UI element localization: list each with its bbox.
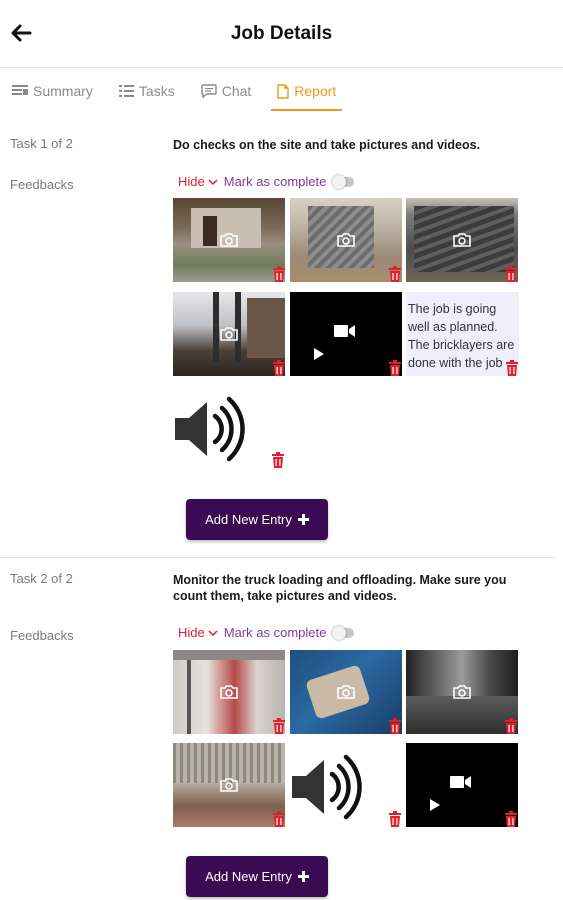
hide-button[interactable]: Hide bbox=[178, 174, 218, 189]
camera-icon bbox=[219, 326, 239, 342]
trash-icon[interactable] bbox=[505, 360, 519, 376]
page-title: Job Details bbox=[230, 23, 333, 44]
camera-icon bbox=[219, 232, 239, 248]
floor bbox=[406, 696, 518, 734]
feedbacks-label: Feedbacks bbox=[10, 628, 74, 643]
photo-thumbnail[interactable] bbox=[173, 292, 285, 376]
photo-thumbnail[interactable] bbox=[406, 198, 518, 282]
camera-icon bbox=[452, 684, 472, 700]
doorway bbox=[203, 216, 217, 246]
video-camera-icon bbox=[450, 776, 471, 788]
toggle-knob bbox=[332, 174, 347, 189]
tab-summary-label: Summary bbox=[33, 83, 93, 99]
photo-thumbnail[interactable] bbox=[173, 198, 285, 282]
trash-icon[interactable] bbox=[272, 360, 286, 376]
feedbacks-label: Feedbacks bbox=[10, 177, 74, 192]
trash-icon[interactable] bbox=[504, 718, 518, 734]
toggle-knob bbox=[332, 625, 347, 640]
report-icon bbox=[277, 83, 289, 99]
photo-thumbnail[interactable] bbox=[173, 743, 285, 827]
add-new-entry-label: Add New Entry bbox=[205, 869, 292, 884]
photo-thumbnail[interactable] bbox=[173, 650, 285, 734]
trash-icon[interactable] bbox=[271, 452, 285, 468]
tab-bar: Summary Tasks Chat Report bbox=[0, 69, 563, 113]
trash-icon[interactable] bbox=[504, 266, 518, 282]
hide-label: Hide bbox=[178, 174, 205, 189]
trash-icon[interactable] bbox=[272, 718, 286, 734]
camera-icon bbox=[336, 232, 356, 248]
trash-icon[interactable] bbox=[272, 266, 286, 282]
video-camera-icon bbox=[334, 325, 355, 337]
trash-icon[interactable] bbox=[388, 360, 402, 376]
tasks-icon bbox=[118, 85, 134, 97]
camera-icon bbox=[219, 684, 239, 700]
summary-icon bbox=[12, 85, 28, 95]
audio-speaker-icon[interactable] bbox=[172, 394, 254, 464]
chevron-down-icon bbox=[208, 629, 218, 636]
hide-label: Hide bbox=[178, 625, 205, 640]
camera-icon bbox=[452, 232, 472, 248]
trash-icon[interactable] bbox=[388, 266, 402, 282]
trash-icon[interactable] bbox=[272, 811, 286, 827]
play-icon bbox=[430, 799, 440, 811]
camera-icon bbox=[219, 777, 239, 793]
photo-thumbnail[interactable] bbox=[290, 650, 402, 734]
task-description: Do checks on the site and take pictures … bbox=[173, 138, 481, 152]
tab-chat[interactable]: Chat bbox=[201, 69, 252, 113]
mark-complete-toggle[interactable] bbox=[332, 174, 355, 189]
trash-icon[interactable] bbox=[504, 811, 518, 827]
chevron-down-icon bbox=[208, 178, 218, 185]
tab-summary[interactable]: Summary bbox=[12, 69, 93, 113]
task-counter: Task 1 of 2 bbox=[10, 136, 73, 151]
photo-thumbnail[interactable] bbox=[406, 650, 518, 734]
tab-tasks-label: Tasks bbox=[138, 83, 175, 99]
note-text: The job is going well as planned. The br… bbox=[408, 302, 515, 370]
video-thumbnail[interactable] bbox=[290, 292, 402, 376]
mark-complete-label: Mark as complete bbox=[223, 625, 327, 640]
feedback-controls: Hide Mark as complete bbox=[178, 625, 355, 640]
tab-chat-label: Chat bbox=[221, 83, 252, 99]
feedback-controls: Hide Mark as complete bbox=[178, 174, 355, 189]
tab-report[interactable]: Report bbox=[271, 69, 343, 113]
task-counter: Task 2 of 2 bbox=[10, 571, 73, 586]
task-description: Monitor the truck loading and offloading… bbox=[173, 573, 507, 603]
text-note-thumbnail[interactable]: The job is going well as planned. The br… bbox=[406, 292, 519, 376]
task-divider bbox=[0, 557, 556, 558]
add-new-entry-label: Add New Entry bbox=[205, 512, 292, 527]
app-header: Job Details bbox=[0, 0, 563, 68]
camera-icon bbox=[336, 684, 356, 700]
play-icon bbox=[314, 348, 324, 360]
trash-icon[interactable] bbox=[388, 811, 402, 827]
add-new-entry-button[interactable]: Add New Entry bbox=[186, 856, 328, 897]
video-thumbnail[interactable] bbox=[406, 743, 518, 827]
tab-tasks[interactable]: Tasks bbox=[118, 69, 175, 113]
plus-icon bbox=[297, 514, 309, 525]
add-new-entry-button[interactable]: Add New Entry bbox=[186, 499, 328, 540]
chat-icon bbox=[201, 84, 217, 98]
ceiling bbox=[173, 650, 285, 660]
plus-icon bbox=[297, 871, 309, 882]
audio-speaker-icon[interactable] bbox=[289, 752, 371, 822]
hide-button[interactable]: Hide bbox=[178, 625, 218, 640]
building bbox=[247, 298, 285, 358]
post bbox=[187, 660, 191, 734]
trash-icon[interactable] bbox=[388, 718, 402, 734]
photo-thumbnail[interactable] bbox=[290, 198, 402, 282]
mark-complete-toggle[interactable] bbox=[332, 625, 355, 640]
mark-complete-label: Mark as complete bbox=[223, 174, 327, 189]
tab-report-label: Report bbox=[294, 83, 337, 99]
